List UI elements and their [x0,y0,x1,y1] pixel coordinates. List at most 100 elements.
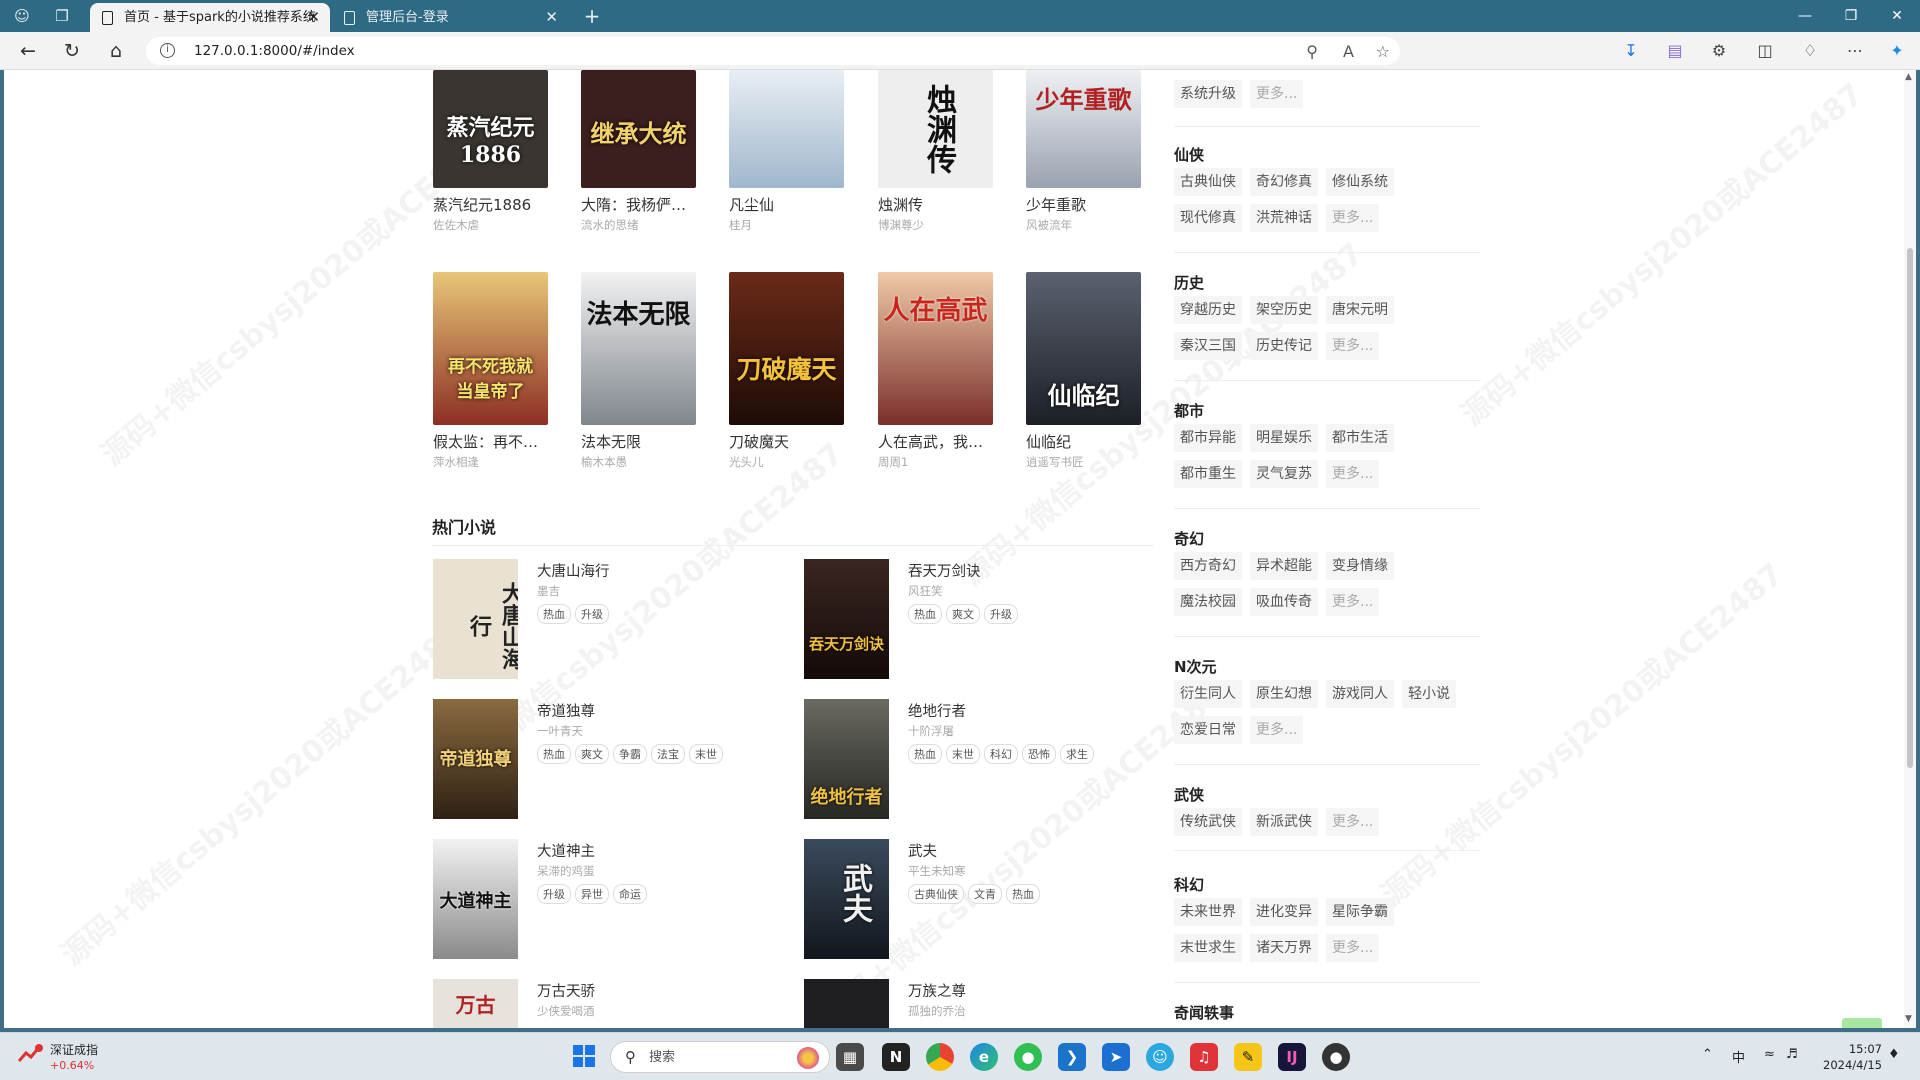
book-cover[interactable]: 烛渊传 [878,70,993,188]
reading-icon[interactable]: ▤ [1662,39,1688,63]
book-card[interactable]: 再不死我就当皇帝了 假太监：再不死... 萍水相逢 [433,272,551,470]
new-tab-button[interactable]: + [578,4,606,28]
split-screen-icon[interactable]: ◫ [1752,39,1778,63]
book-cover[interactable]: 大唐山海行 [433,559,518,679]
category-tag[interactable]: 灵气复苏 [1250,460,1318,488]
book-title[interactable]: 烛渊传 [878,194,996,215]
book-cover[interactable]: 仙临纪 [1026,272,1141,425]
windows-start-icon[interactable] [573,1045,595,1067]
more-link[interactable]: 更多... [1326,808,1380,836]
book-title[interactable]: 法本无限 [581,431,699,452]
tag[interactable]: 升级 [984,604,1018,624]
category-tag[interactable]: 变身情缘 [1326,552,1394,580]
key-icon[interactable]: ⚲ [1306,42,1318,61]
download-icon[interactable]: ↧ [1618,39,1644,63]
file-explorer-icon[interactable]: ▦ [836,1043,864,1071]
scrollbar-thumb[interactable] [1907,248,1913,768]
more-link[interactable]: 更多... [1326,460,1380,488]
back-icon[interactable]: ← [14,38,42,64]
category-tag[interactable]: 现代修真 [1174,204,1242,232]
extensions-icon[interactable]: ⚙ [1706,39,1732,63]
more-link[interactable]: 更多... [1326,588,1380,616]
book-title[interactable]: 刀破魔天 [729,431,847,452]
tray-overflow-icon[interactable]: ⌃ [1702,1047,1713,1062]
restore-button[interactable]: ❐ [1828,0,1874,32]
scroll-up-icon[interactable]: ▲ [1905,72,1912,82]
qq-icon[interactable]: ☺ [1146,1043,1174,1071]
category-tag[interactable]: 吸血传奇 [1250,588,1318,616]
edge-icon[interactable]: e [970,1043,998,1071]
category-tag[interactable]: 唐宋元明 [1326,296,1394,324]
more-link[interactable]: 更多... [1250,80,1304,108]
scroll-down-icon[interactable]: ▼ [1905,1014,1912,1024]
category-tag[interactable]: 未来世界 [1174,898,1242,926]
tag[interactable]: 求生 [1060,744,1094,764]
hot-item[interactable]: 吞天万剑诀 吞天万剑诀 风狂笑 热血 爽文 升级 [804,559,1134,681]
tag[interactable]: 法宝 [651,744,685,764]
hot-item[interactable]: 大道神主 大道神主 呆滞的鸡蛋 升级 异世 命运 [433,839,763,961]
more-link[interactable]: 更多... [1250,716,1304,744]
more-link[interactable]: 更多... [1326,332,1380,360]
book-card[interactable]: 继承大统 大隋：我杨俨，... 流水的思绪 [581,70,699,233]
book-card[interactable]: 刀破魔天 刀破魔天 光头儿 [729,272,847,470]
book-title[interactable]: 大道神主 [537,840,595,861]
copilot-icon[interactable]: ✦ [1884,39,1910,63]
hot-item[interactable]: 大唐山海行 大唐山海行 墨吉 热血 升级 [433,559,763,681]
category-tag[interactable]: 洪荒神话 [1250,204,1318,232]
category-tag[interactable]: 古典仙侠 [1174,168,1242,196]
tag[interactable]: 末世 [689,744,723,764]
category-tag[interactable]: 异术超能 [1250,552,1318,580]
book-card[interactable]: 法本无限 法本无限 榆木本愚 [581,272,699,470]
book-cover[interactable]: 吞天万剑诀 [804,559,889,679]
minimize-button[interactable]: — [1782,0,1828,32]
more-menu-icon[interactable]: ⋯ [1842,39,1868,63]
favorite-star-icon[interactable]: ☆ [1376,42,1390,61]
more-link[interactable]: 更多... [1326,934,1380,962]
tag[interactable]: 命运 [613,884,647,904]
book-card[interactable]: 蒸汽纪元1886 蒸汽纪元1886 佐佐木虐 [433,70,551,233]
sticky-notes-icon[interactable]: ✎ [1234,1043,1262,1071]
book-cover[interactable]: 人在高武 [878,272,993,425]
tag[interactable]: 热血 [908,604,942,624]
read-aloud-icon[interactable]: A [1343,42,1354,61]
book-cover[interactable]: 继承大统 [581,70,696,188]
hot-item[interactable]: 绝地行者 绝地行者 十阶浮屠 热血 末世 科幻 恐怖 求生 [804,699,1134,821]
book-cover[interactable]: 帝道独尊 [433,699,518,819]
book-card[interactable]: 仙临纪 仙临纪 逍遥写书匠 [1026,272,1144,470]
book-title[interactable]: 绝地行者 [908,700,966,721]
book-title[interactable]: 蒸汽纪元1886 [433,194,551,215]
book-cover[interactable] [729,70,844,188]
address-bar[interactable]: i 127.0.0.1:8000/#/index ⚲ A ☆ [146,37,1400,65]
intellij-icon[interactable]: IJ [1278,1043,1306,1071]
ime-indicator[interactable]: 中 [1732,1047,1745,1066]
tab-home[interactable]: 首页 - 基于spark的小说推荐系统 ✕ [90,3,330,32]
category-tag[interactable]: 都市异能 [1174,424,1242,452]
book-title[interactable]: 人在高武，我的... [878,431,996,452]
category-tag[interactable]: 奇幻修真 [1250,168,1318,196]
tag[interactable]: 文青 [968,884,1002,904]
category-tag[interactable]: 西方奇幻 [1174,552,1242,580]
netease-music-icon[interactable]: ♫ [1190,1043,1218,1071]
tag[interactable]: 热血 [537,604,571,624]
category-tag[interactable]: 历史传记 [1250,332,1318,360]
category-tag[interactable]: 架空历史 [1250,296,1318,324]
category-tag[interactable]: 星际争霸 [1326,898,1394,926]
category-tag[interactable]: 魔法校园 [1174,588,1242,616]
more-link[interactable]: 更多... [1326,204,1380,232]
book-title[interactable]: 假太监：再不死... [433,431,551,452]
book-cover[interactable]: 武夫 [804,839,889,959]
book-title[interactable]: 仙临纪 [1026,431,1144,452]
wechat-icon[interactable]: ● [1014,1043,1042,1071]
close-tab-icon[interactable]: ✕ [307,3,320,32]
tag[interactable]: 末世 [946,744,980,764]
collections-icon[interactable]: ♢ [1797,39,1823,63]
book-title[interactable]: 凡尘仙 [729,194,847,215]
book-cover[interactable]: 刀破魔天 [729,272,844,425]
book-title[interactable]: 武夫 [908,840,937,861]
category-tag[interactable]: 明星娱乐 [1250,424,1318,452]
hot-item[interactable]: 帝道独尊 帝道独尊 一叶青天 热血 爽文 争霸 法宝 末世 [433,699,763,821]
site-info-icon[interactable]: i [160,43,175,58]
tab-admin[interactable]: 管理后台-登录 ✕ [332,3,568,32]
tag[interactable]: 爽文 [946,604,980,624]
notion-icon[interactable]: N [882,1043,910,1071]
